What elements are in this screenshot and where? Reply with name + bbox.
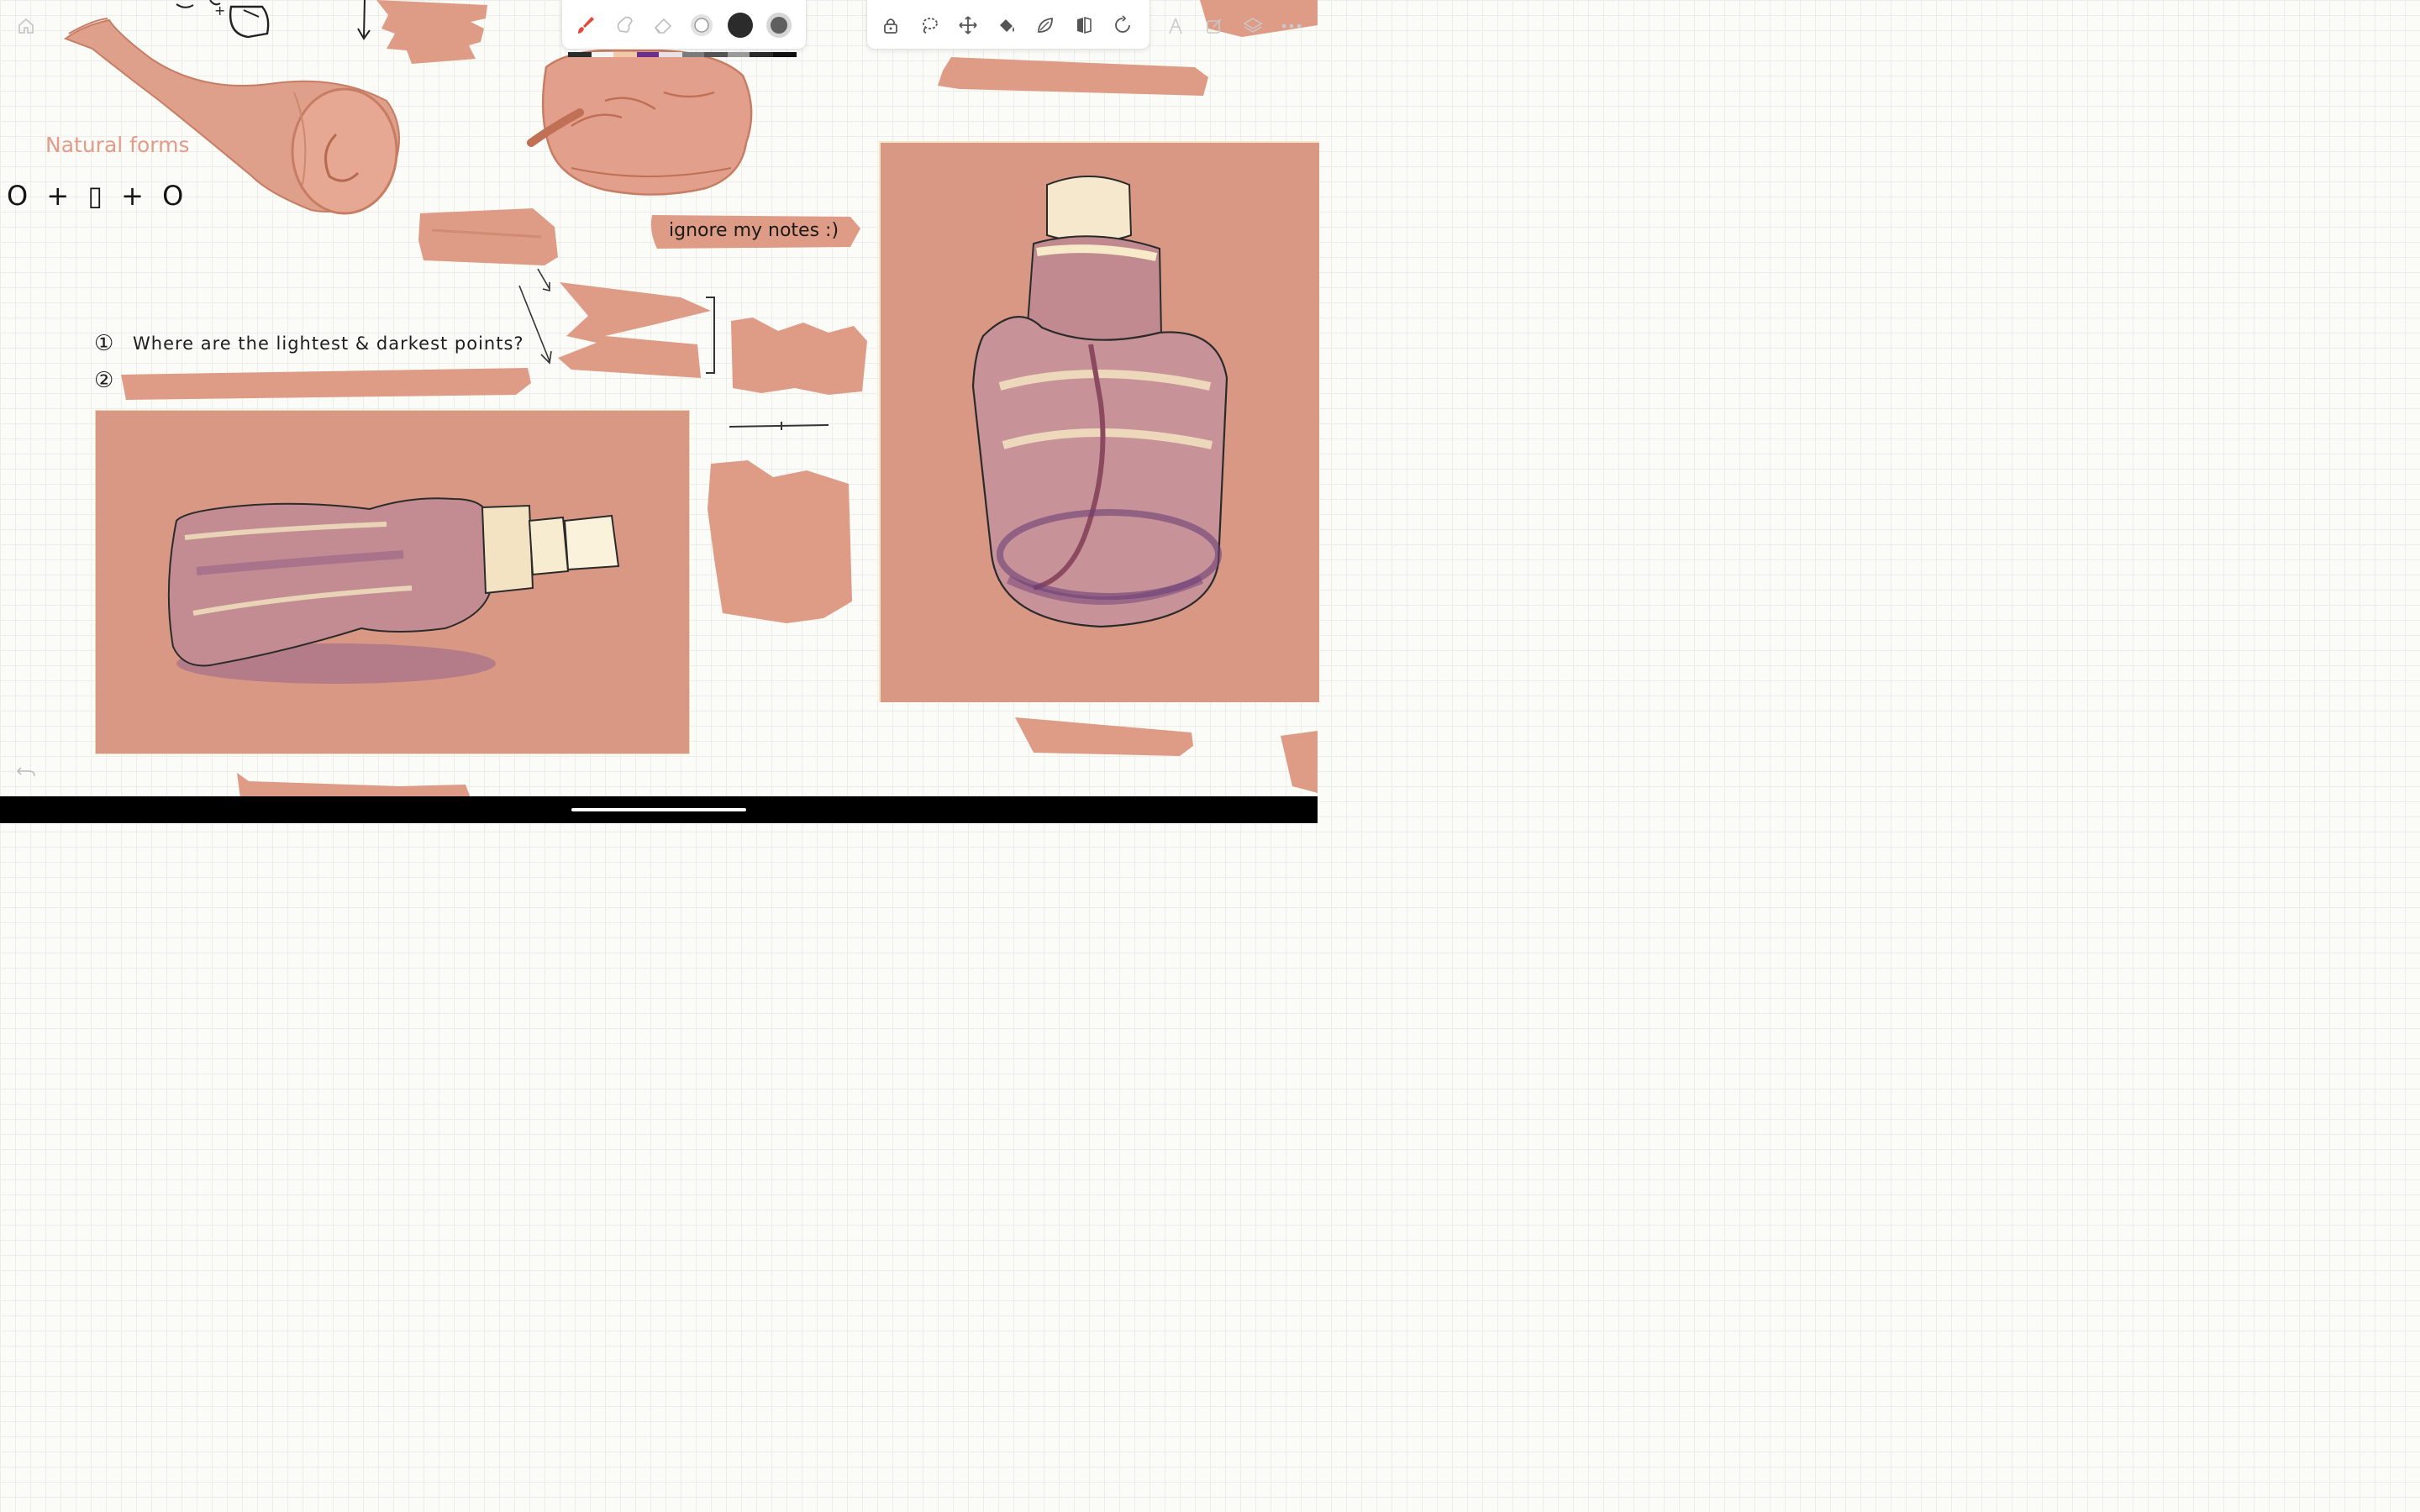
edit-toolbar [866,0,1150,50]
redaction-swatch-lower [708,460,852,623]
lasso-icon[interactable] [914,10,944,40]
fill-icon[interactable] [992,10,1022,40]
home-indicator[interactable] [571,808,746,811]
question-1-text: Where are the lightest & darkest points? [133,333,524,354]
home-icon[interactable] [13,13,39,39]
redaction-swatch-right [731,318,867,395]
brush-icon[interactable] [571,10,601,40]
leaf-icon[interactable] [1030,10,1060,40]
ignore-notes-text: ignore my notes :) [669,220,839,241]
question-2-number: ② [94,368,114,393]
ruler-icon[interactable] [1163,13,1188,39]
pump-bottle-drawing [971,176,1228,628]
edit-icon[interactable] [1202,13,1227,39]
shape-formula: O + ▯ + O [7,180,189,212]
redaction-swatch-bottom-right [1015,717,1193,756]
smudge-icon[interactable] [609,10,639,40]
pepper-drawing [527,49,753,196]
redaction-swatch-topright [938,57,1208,96]
redaction-swatch-edge [1281,731,1318,793]
redaction-swatch-mid [418,208,558,265]
more-icon[interactable] [1279,13,1304,39]
spray-bottle-drawing [167,497,620,684]
redaction-swatch-question2 [121,368,531,400]
question-1-number: ① [94,331,114,356]
redaction-swatch-bottom-left [237,773,471,798]
line-mark [729,422,829,430]
rotate-icon[interactable] [1107,10,1138,40]
redaction-swatch-diagram [558,282,715,378]
lock-icon[interactable] [876,10,906,40]
opacity-icon[interactable] [764,10,794,40]
eraser-icon[interactable] [648,10,678,40]
mirror-icon[interactable] [1069,10,1099,40]
color-dark-icon[interactable] [725,10,755,40]
brush-toolbar [561,0,807,50]
color-palette-strip[interactable] [568,52,797,57]
undo-icon[interactable] [13,759,39,785]
layers-icon[interactable] [1240,13,1265,39]
natural-forms-title: Natural forms [45,133,190,157]
size-small-icon[interactable] [687,10,717,40]
move-icon[interactable] [953,10,983,40]
